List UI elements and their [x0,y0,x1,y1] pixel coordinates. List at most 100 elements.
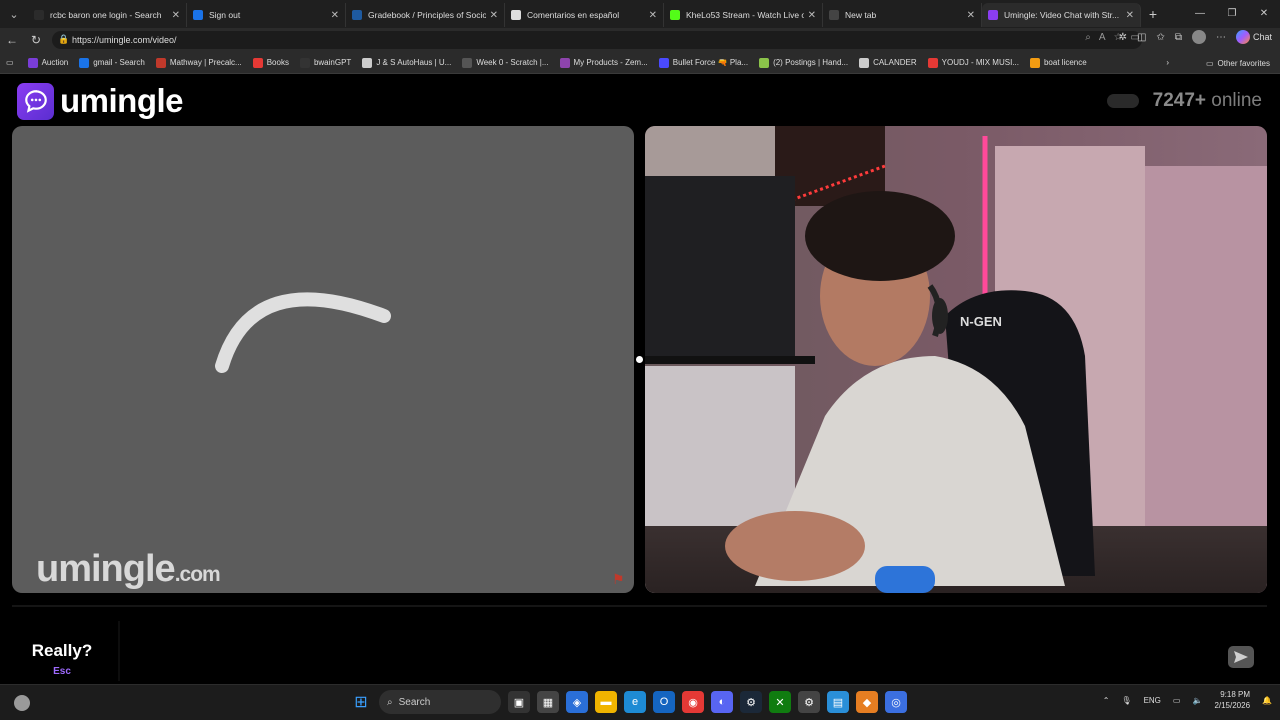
skip-button[interactable]: Really? Esc [24,641,100,679]
tab-favicon-icon [352,10,362,20]
copilot-app-icon[interactable]: ◈ [566,691,588,713]
bookmark-favicon-icon [927,57,938,68]
favorites-icon[interactable]: ✩ [1156,32,1164,43]
maximize-button[interactable]: ❐ [1216,0,1248,28]
tab-close-icon[interactable]: ✕ [172,10,180,21]
browser-tab[interactable]: rcbc baron one login - Search ✕ [28,3,187,27]
browser-tab[interactable]: Umingle: Video Chat with Str... ✕ [982,3,1141,27]
tab-close-icon[interactable]: ✕ [1126,10,1134,21]
bookmark-item[interactable]: J & S AutoHaus | U... [362,57,451,68]
bookmark-label: Auction [41,58,69,67]
online-label: online [1211,90,1262,111]
refresh-button[interactable]: ↻ [24,33,48,47]
tab-close-icon[interactable]: ✕ [649,10,657,21]
tab-close-icon[interactable]: ✕ [967,10,975,21]
task-view-icon[interactable]: ▣ [508,691,530,713]
browser-tab[interactable]: Sign out ✕ [187,3,346,27]
bookmark-item[interactable]: boat licence [1029,57,1087,68]
watermark-text: umingle [36,548,176,590]
office-icon[interactable]: ◆ [856,691,878,713]
chrome-icon[interactable]: ◉ [682,691,704,713]
taskbar-search[interactable]: ⌕ Search [379,690,501,714]
tab-actions-menu[interactable]: ⌄ [0,0,28,28]
tab-close-icon[interactable]: ✕ [331,10,339,21]
site-watermark: umingle.com [36,548,221,591]
report-flag-icon[interactable]: ⚑ [612,571,625,588]
bookmark-item[interactable]: (2) Postings | Hand... [759,57,848,68]
site-info-icon[interactable]: 🔒 [58,34,69,45]
tab-close-icon[interactable]: ✕ [490,10,498,21]
browser-tab[interactable]: New tab ✕ [823,3,982,27]
microphone-icon[interactable]: 🎙 [1121,696,1131,705]
url-bar[interactable]: 🔒 https://umingle.com/video/ [52,31,1142,49]
minimize-button[interactable]: — [1184,0,1216,28]
bookmark-item[interactable]: Auction [27,57,69,68]
store-icon[interactable]: ▦ [537,691,559,713]
copilot-chat-button[interactable]: Chat [1235,30,1272,44]
extensions-icon[interactable]: ✲ [1119,32,1127,43]
bookmark-favicon-icon [299,57,310,68]
logo-text: umingle [60,82,184,119]
network-icon[interactable]: ▭ [1173,696,1181,705]
send-button[interactable] [1228,646,1254,668]
bookmark-label: My Products - Zem... [573,58,648,67]
xbox-icon[interactable]: ✕ [769,691,791,713]
url-text: https://umingle.com/video/ [72,35,177,45]
edge-active-icon[interactable]: ◎ [885,691,907,713]
language-indicator[interactable]: ENG [1144,696,1161,705]
bookmark-item[interactable]: gmail - Search [79,57,145,68]
zoom-icon[interactable]: ⌕ [1085,32,1091,43]
more-menu-icon[interactable]: ⋯ [1216,32,1226,43]
settings-gear-icon[interactable]: ⚙ [798,691,820,713]
bookmark-item[interactable]: My Products - Zem... [559,57,648,68]
start-windows-icon[interactable]: ⊞ [350,691,372,713]
widgets-icon[interactable] [14,695,30,711]
discord-icon[interactable]: ◐ [711,691,733,713]
browser-tab[interactable]: Gradebook / Principles of Sociolo... ✕ [346,3,505,27]
bookmark-item[interactable]: YOUDJ - MIX MUSI... [927,57,1019,68]
bookmark-favicon-icon [79,57,90,68]
split-window-icon[interactable]: ◫ [1137,32,1146,43]
browser-tab[interactable]: KheLo53 Stream - Watch Live on K... ✕ [664,3,823,27]
tab-favicon-icon [511,10,521,20]
bookmark-item[interactable]: Mathway | Precalc... [155,57,242,68]
steam-icon[interactable]: ⚙ [740,691,762,713]
bookmark-label: Books [266,58,289,67]
panel-divider-handle[interactable] [636,356,643,363]
tray-overflow-chevron-icon[interactable]: ⌃ [1103,696,1110,705]
site-logo[interactable]: umingle [17,82,184,120]
bookmark-item[interactable]: Bullet Force 🔫 Pla... [658,57,748,68]
other-favorites[interactable]: ▭ Other favorites [1206,52,1270,74]
bookmark-item[interactable]: Week 0 - Scratch |... [462,57,549,68]
tab-close-icon[interactable]: ✕ [808,10,816,21]
system-tray: ⌃ 🎙 ENG ▭ 🔈 9:18 PM 2/15/2026 🔔 [1103,689,1272,711]
read-aloud-icon[interactable]: A [1099,32,1106,43]
taskbar-clock[interactable]: 9:18 PM 2/15/2026 [1214,689,1250,711]
collections-icon[interactable]: ⧉ [1175,32,1182,43]
file-explorer-icon[interactable]: ▬ [595,691,617,713]
volume-icon[interactable]: 🔈 [1192,696,1202,705]
close-window-button[interactable]: ✕ [1248,0,1280,28]
theme-toggle[interactable] [1106,94,1139,108]
bookmark-favicon-icon [252,57,263,68]
bookmark-item[interactable]: bwainGPT [299,57,351,68]
tab-title: New tab [845,10,877,20]
clock-date: 2/15/2026 [1214,701,1251,710]
notepad-icon[interactable]: ▤ [827,691,849,713]
back-button[interactable]: ← [0,33,24,47]
tab-title: Gradebook / Principles of Sociolo... [368,10,486,20]
browser-tab[interactable]: Comentarios en español ✕ [505,3,664,27]
new-tab-button[interactable]: + [1141,6,1165,22]
edge-icon[interactable]: e [624,691,646,713]
bookmark-item[interactable]: CALANDER [859,57,917,68]
stranger-video-panel: umingle.com ⚑ [12,126,634,593]
notifications-bell-icon[interactable]: 🔔 [1262,696,1272,705]
message-input[interactable] [118,621,1218,681]
profile-avatar[interactable] [1191,30,1206,44]
outlook-icon[interactable]: O [653,691,675,713]
bookmark-item[interactable]: Books [252,57,289,68]
apps-icon[interactable]: ▭ [6,58,14,67]
folder-icon: ▭ [1205,58,1214,68]
tab-title: KheLo53 Stream - Watch Live on K... [686,10,804,20]
bookmarks-overflow-chevron-icon[interactable]: › [1166,58,1169,67]
